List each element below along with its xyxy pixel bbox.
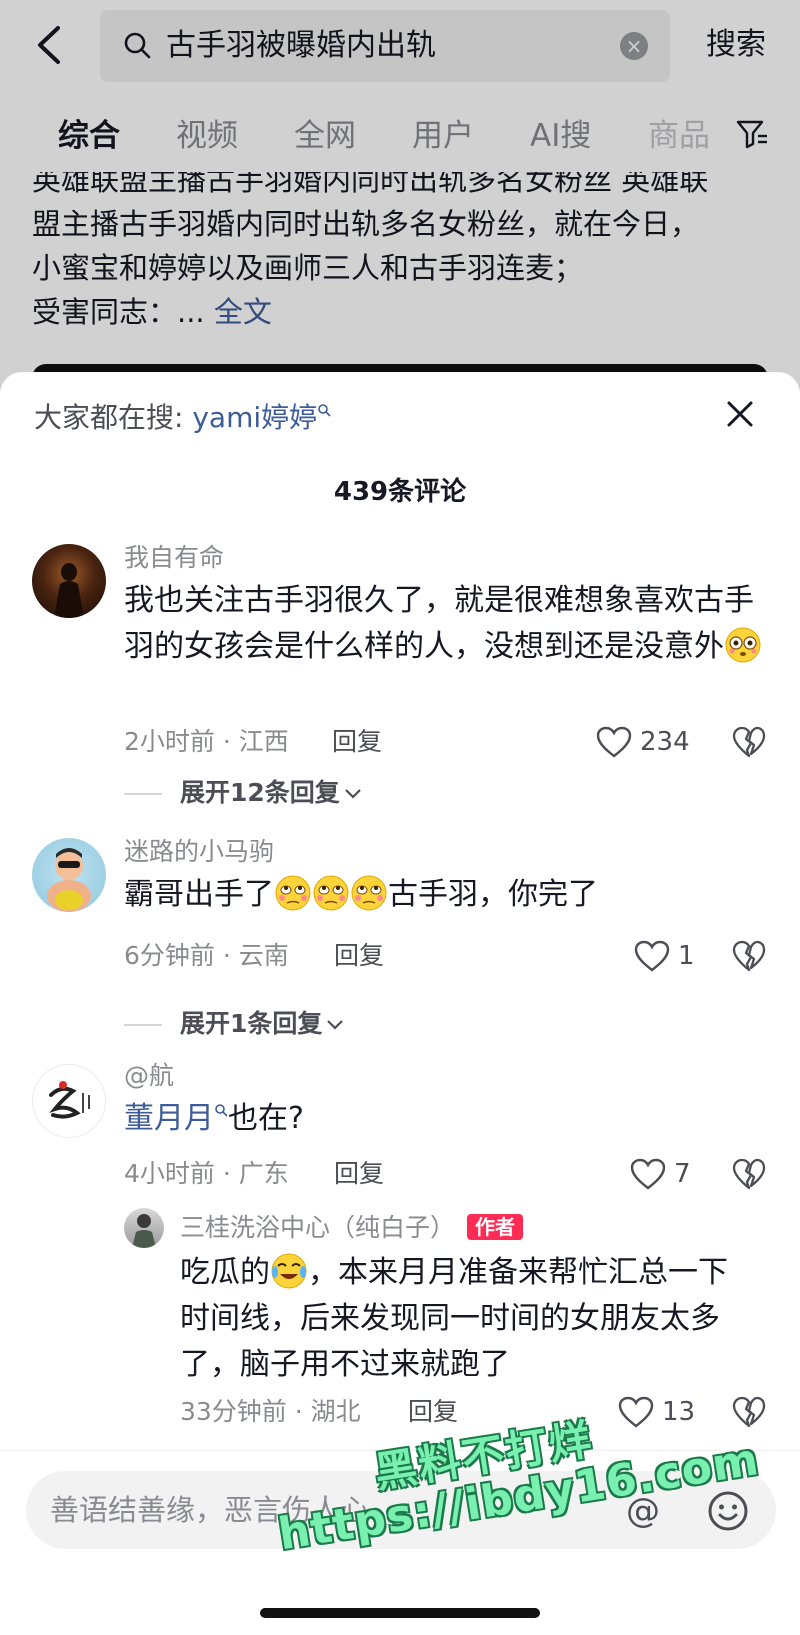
avatar[interactable]: [32, 544, 106, 618]
overlay-dim: [0, 0, 800, 400]
home-indicator[interactable]: [260, 1608, 540, 1618]
reply-button[interactable]: 回复: [408, 1394, 458, 1430]
comment-count: 439条评论: [333, 477, 467, 507]
reply-text: 吃瓜的: [180, 1255, 270, 1290]
comment-body: 我也关注古手羽很久了，就是很难想象喜欢古手羽的女孩会是什么样的人，没想到还是没意…: [124, 578, 764, 670]
emoji-picker-icon[interactable]: [706, 1489, 750, 1533]
divider: [124, 793, 162, 795]
reply-body: 吃瓜的 ，本来月月准备来帮忙汇总一下 时间线，后来发现同一时间的女朋友太多 了，脑…: [180, 1250, 760, 1388]
avatar[interactable]: [124, 1208, 164, 1248]
like-button[interactable]: 13: [618, 1392, 708, 1432]
author-badge: 作者: [467, 1214, 524, 1240]
heart-icon: [596, 726, 632, 758]
comment-meta: 6分钟前 · 云南: [124, 941, 289, 970]
close-icon[interactable]: [720, 394, 760, 434]
reply-button[interactable]: 回复: [334, 1156, 384, 1192]
comment-text: 古手羽，你完了: [388, 877, 598, 912]
comment-username[interactable]: 迷路的小马驹: [124, 834, 274, 870]
expand-label: 展开1条回复: [180, 1009, 323, 1038]
reply-username-text: 三桂洗浴中心（纯白子）: [180, 1213, 456, 1242]
broken-heart-icon[interactable]: [732, 1395, 766, 1429]
like-button[interactable]: 7: [630, 1154, 710, 1194]
like-count: 234: [640, 727, 690, 757]
reply-username[interactable]: 三桂洗浴中心（纯白子） 作者: [180, 1210, 524, 1246]
chevron-down-icon: [345, 789, 361, 799]
reply-meta: 33分钟前 · 湖北: [180, 1397, 361, 1426]
dazed-emoji-icon: [725, 627, 761, 663]
broken-heart-icon[interactable]: [732, 1157, 766, 1191]
like-button[interactable]: 1: [634, 936, 714, 976]
divider: [124, 1024, 162, 1026]
comment-text: 也在?: [228, 1101, 304, 1136]
heart-icon: [630, 1158, 666, 1190]
heart-icon: [634, 940, 670, 972]
chevron-down-icon: [327, 1020, 344, 1030]
reply-button[interactable]: 回复: [334, 938, 384, 974]
search-icon: [215, 1104, 228, 1117]
reply-line: 吃瓜的 ，本来月月准备来帮忙汇总一下: [180, 1250, 760, 1296]
like-count: 13: [662, 1397, 696, 1427]
avatar[interactable]: [32, 1064, 106, 1138]
expand-label: 展开12条回复: [180, 778, 340, 807]
shy-emoji-icon: [275, 875, 311, 911]
heart-icon: [618, 1396, 654, 1428]
comment-text: 我也关注古手羽很久了，就是很难想象喜欢古手羽的女孩会是什么样的人，没想到还是没意…: [124, 583, 754, 664]
comment-username[interactable]: @航: [124, 1058, 174, 1094]
avatar-figure: [54, 563, 84, 618]
search-icon: [318, 403, 331, 417]
shy-emoji-icon: [351, 875, 387, 911]
expand-replies-button[interactable]: 展开1条回复: [180, 1006, 344, 1042]
reply-line: 了，脑子用不过来就跑了: [180, 1347, 510, 1382]
like-count: 1: [678, 941, 695, 971]
avatar-figure: [132, 1214, 156, 1248]
like-count: 7: [674, 1159, 691, 1189]
comment-username[interactable]: 我自有命: [124, 540, 224, 576]
comment-body: 董月月 也在?: [124, 1096, 764, 1142]
logo-avatar: [49, 1081, 90, 1119]
crying-laughing-emoji-icon: [271, 1253, 307, 1289]
comment-meta: 2小时前 · 江西: [124, 727, 289, 756]
keyword-link[interactable]: 董月月: [124, 1101, 214, 1136]
broken-heart-icon[interactable]: [732, 725, 766, 759]
broken-heart-icon[interactable]: [732, 939, 766, 973]
like-button[interactable]: 234: [596, 722, 706, 762]
avatar[interactable]: [32, 838, 106, 912]
reply-button[interactable]: 回复: [332, 724, 382, 760]
comment-meta: 4小时前 · 广东: [124, 1159, 289, 1188]
reply-text: ，本来月月准备来帮忙汇总一下: [308, 1255, 728, 1290]
shy-emoji-icon: [313, 875, 349, 911]
avatar-figure: [47, 848, 91, 912]
hot-search-bar[interactable]: 大家都在搜: yami婷婷: [34, 398, 331, 438]
expand-replies-button[interactable]: 展开12条回复: [180, 775, 362, 811]
comment-text: 霸哥出手了: [124, 877, 274, 912]
reply-line: 时间线，后来发现同一时间的女朋友太多: [180, 1301, 720, 1336]
hot-search-label: 大家都在搜:: [34, 401, 193, 434]
hot-search-keyword[interactable]: yami婷婷: [192, 401, 317, 434]
search-results-page: 古手羽被曝婚内出轨 × 搜索 综合 视频 全网 用户 AI搜 商品 英雄联盟主播…: [0, 0, 800, 400]
comment-body: 霸哥出手了 古手羽，你完了: [124, 872, 764, 918]
